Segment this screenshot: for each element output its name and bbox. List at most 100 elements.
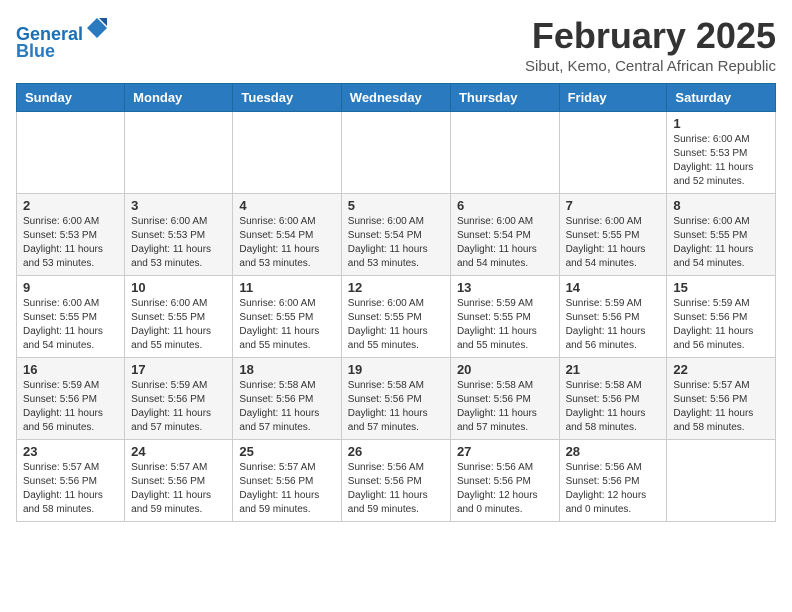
day-number: 23 [23,444,118,459]
calendar-cell: 11 Sunrise: 6:00 AM Sunset: 5:55 PM Dayli… [233,275,341,357]
calendar-cell: 26 Sunrise: 5:56 AM Sunset: 5:56 PM Dayli… [341,439,450,521]
day-number: 26 [348,444,444,459]
day-info: Sunrise: 5:57 AM Sunset: 5:56 PM Dayligh… [23,461,118,517]
calendar-cell: 7 Sunrise: 6:00 AM Sunset: 5:55 PM Daylig… [559,193,667,275]
day-number: 25 [239,444,334,459]
calendar-cell [125,111,233,193]
calendar-cell: 24 Sunrise: 5:57 AM Sunset: 5:56 PM Dayli… [125,439,233,521]
calendar-cell: 9 Sunrise: 6:00 AM Sunset: 5:55 PM Daylig… [17,275,125,357]
day-info: Sunrise: 6:00 AM Sunset: 5:55 PM Dayligh… [566,215,661,271]
day-info: Sunrise: 5:57 AM Sunset: 5:56 PM Dayligh… [239,461,334,517]
page-header: General Blue February 2025 Sibut, Kemo, … [16,16,776,75]
weekday-saturday: Saturday [667,83,776,111]
location: Sibut, Kemo, Central African Republic [525,58,776,75]
calendar-cell [667,439,776,521]
logo-icon [85,16,109,40]
weekday-friday: Friday [559,83,667,111]
calendar-week-3: 9 Sunrise: 6:00 AM Sunset: 5:55 PM Daylig… [17,275,776,357]
day-info: Sunrise: 6:00 AM Sunset: 5:53 PM Dayligh… [23,215,118,271]
day-number: 1 [673,116,769,131]
day-info: Sunrise: 5:58 AM Sunset: 5:56 PM Dayligh… [239,379,334,435]
calendar-cell [450,111,559,193]
calendar-cell: 13 Sunrise: 5:59 AM Sunset: 5:55 PM Dayli… [450,275,559,357]
day-info: Sunrise: 6:00 AM Sunset: 5:53 PM Dayligh… [131,215,226,271]
day-info: Sunrise: 6:00 AM Sunset: 5:55 PM Dayligh… [348,297,444,353]
calendar-cell: 6Sunrise: 6:00 AM Sunset: 5:54 PM Daylig… [450,193,559,275]
day-number: 17 [131,362,226,377]
calendar-cell: 21 Sunrise: 5:58 AM Sunset: 5:56 PM Dayli… [559,357,667,439]
calendar-cell [341,111,450,193]
calendar-cell: 16 Sunrise: 5:59 AM Sunset: 5:56 PM Dayli… [17,357,125,439]
day-info: Sunrise: 5:57 AM Sunset: 5:56 PM Dayligh… [131,461,226,517]
calendar-cell [17,111,125,193]
day-number: 8 [673,198,769,213]
weekday-wednesday: Wednesday [341,83,450,111]
day-number: 24 [131,444,226,459]
day-number: 10 [131,280,226,295]
day-info: Sunrise: 6:00 AM Sunset: 5:55 PM Dayligh… [23,297,118,353]
calendar-week-2: 2 Sunrise: 6:00 AM Sunset: 5:53 PM Daylig… [17,193,776,275]
day-info: Sunrise: 5:57 AM Sunset: 5:56 PM Dayligh… [673,379,769,435]
day-number: 16 [23,362,118,377]
calendar-cell: 8Sunrise: 6:00 AM Sunset: 5:55 PM Daylig… [667,193,776,275]
calendar-cell: 5Sunrise: 6:00 AM Sunset: 5:54 PM Daylig… [341,193,450,275]
day-info: Sunrise: 5:59 AM Sunset: 5:56 PM Dayligh… [673,297,769,353]
day-info: Sunrise: 5:59 AM Sunset: 5:56 PM Dayligh… [23,379,118,435]
calendar-cell [559,111,667,193]
calendar-cell: 15 Sunrise: 5:59 AM Sunset: 5:56 PM Dayli… [667,275,776,357]
calendar-cell: 28 Sunrise: 5:56 AM Sunset: 5:56 PM Dayli… [559,439,667,521]
day-info: Sunrise: 5:58 AM Sunset: 5:56 PM Dayligh… [566,379,661,435]
day-info: Sunrise: 5:58 AM Sunset: 5:56 PM Dayligh… [348,379,444,435]
day-info: Sunrise: 5:56 AM Sunset: 5:56 PM Dayligh… [348,461,444,517]
day-number: 14 [566,280,661,295]
day-number: 28 [566,444,661,459]
day-number: 13 [457,280,553,295]
calendar-cell: 2 Sunrise: 6:00 AM Sunset: 5:53 PM Daylig… [17,193,125,275]
calendar-cell: 20Sunrise: 5:58 AM Sunset: 5:56 PM Dayli… [450,357,559,439]
calendar-cell: 17 Sunrise: 5:59 AM Sunset: 5:56 PM Dayli… [125,357,233,439]
calendar-cell: 18 Sunrise: 5:58 AM Sunset: 5:56 PM Dayli… [233,357,341,439]
day-number: 11 [239,280,334,295]
calendar-cell: 3 Sunrise: 6:00 AM Sunset: 5:53 PM Daylig… [125,193,233,275]
weekday-thursday: Thursday [450,83,559,111]
day-number: 9 [23,280,118,295]
calendar-cell: 10 Sunrise: 6:00 AM Sunset: 5:55 PM Dayli… [125,275,233,357]
day-info: Sunrise: 5:59 AM Sunset: 5:56 PM Dayligh… [566,297,661,353]
calendar-cell: 4 Sunrise: 6:00 AM Sunset: 5:54 PM Daylig… [233,193,341,275]
weekday-tuesday: Tuesday [233,83,341,111]
day-number: 18 [239,362,334,377]
weekday-header-row: SundayMondayTuesdayWednesdayThursdayFrid… [17,83,776,111]
day-info: Sunrise: 6:00 AM Sunset: 5:54 PM Dayligh… [348,215,444,271]
logo: General Blue [16,16,109,62]
day-number: 4 [239,198,334,213]
day-number: 21 [566,362,661,377]
calendar-cell: 23 Sunrise: 5:57 AM Sunset: 5:56 PM Dayli… [17,439,125,521]
day-info: Sunrise: 6:00 AM Sunset: 5:55 PM Dayligh… [131,297,226,353]
day-info: Sunrise: 6:00 AM Sunset: 5:55 PM Dayligh… [239,297,334,353]
day-info: Sunrise: 5:58 AM Sunset: 5:56 PM Dayligh… [457,379,553,435]
day-info: Sunrise: 5:56 AM Sunset: 5:56 PM Dayligh… [566,461,661,517]
weekday-sunday: Sunday [17,83,125,111]
day-number: 7 [566,198,661,213]
day-number: 15 [673,280,769,295]
day-number: 6 [457,198,553,213]
calendar-cell: 19 Sunrise: 5:58 AM Sunset: 5:56 PM Dayli… [341,357,450,439]
day-number: 19 [348,362,444,377]
day-info: Sunrise: 5:59 AM Sunset: 5:56 PM Dayligh… [131,379,226,435]
calendar-cell: 14 Sunrise: 5:59 AM Sunset: 5:56 PM Dayli… [559,275,667,357]
calendar-week-4: 16 Sunrise: 5:59 AM Sunset: 5:56 PM Dayli… [17,357,776,439]
day-number: 27 [457,444,553,459]
calendar: SundayMondayTuesdayWednesdayThursdayFrid… [16,83,776,522]
calendar-week-1: 1Sunrise: 6:00 AM Sunset: 5:53 PM Daylig… [17,111,776,193]
calendar-cell [233,111,341,193]
day-number: 2 [23,198,118,213]
calendar-week-5: 23 Sunrise: 5:57 AM Sunset: 5:56 PM Dayli… [17,439,776,521]
calendar-cell: 12Sunrise: 6:00 AM Sunset: 5:55 PM Dayli… [341,275,450,357]
day-info: Sunrise: 5:59 AM Sunset: 5:55 PM Dayligh… [457,297,553,353]
calendar-body: 1 Sunrise: 6:00 AM Sunset: 5:53 PM Daylig… [17,111,776,521]
calendar-cell: 25 Sunrise: 5:57 AM Sunset: 5:56 PM Dayli… [233,439,341,521]
day-info: Sunrise: 5:56 AM Sunset: 5:56 PM Dayligh… [457,461,553,517]
day-info: Sunrise: 6:00 AM Sunset: 5:54 PM Dayligh… [239,215,334,271]
month-year: February 2025 [525,16,776,56]
day-number: 3 [131,198,226,213]
